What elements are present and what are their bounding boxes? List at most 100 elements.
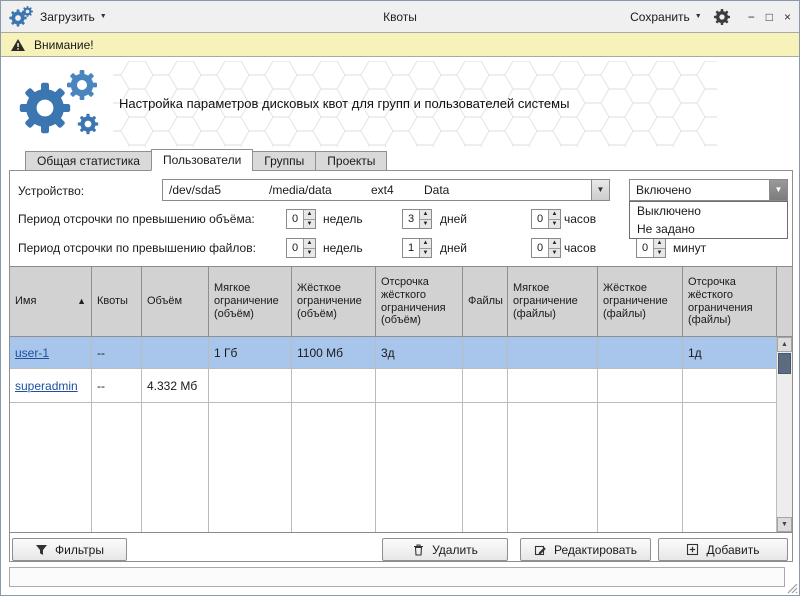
spinner-value[interactable]: 0 [287, 210, 303, 228]
table-cell[interactable] [463, 369, 508, 403]
device-combobox[interactable]: /dev/sda5 /media/data ext4 Data ▼ [162, 179, 610, 201]
table-cell[interactable] [598, 369, 683, 403]
table-cell[interactable] [209, 369, 292, 403]
spinner-value[interactable]: 0 [637, 239, 653, 257]
table-empty-area [10, 403, 92, 532]
spinner-value[interactable]: 0 [287, 239, 303, 257]
days-unit-label: дней [440, 241, 467, 255]
delete-button[interactable]: Удалить [382, 538, 508, 561]
chevron-down-icon: ▼ [100, 13, 107, 20]
spinner-up-icon[interactable]: ▲ [420, 239, 431, 249]
load-menu-label: Загрузить [40, 10, 95, 24]
table-cell[interactable]: superadmin [10, 369, 92, 403]
save-menu-button[interactable]: Сохранить ▼ [630, 10, 702, 24]
table-empty-area [92, 403, 142, 532]
spinner-down-icon[interactable]: ▼ [304, 249, 315, 258]
table-cell[interactable]: 4.332 Мб [142, 369, 209, 403]
grace-volume-weeks-spinner: 0 ▲ ▼ [286, 209, 316, 229]
user-link[interactable]: user-1 [15, 346, 49, 360]
spinner-value[interactable]: 1 [403, 239, 419, 257]
user-link[interactable]: superadmin [15, 379, 78, 393]
table-empty-area [209, 403, 292, 532]
column-header-soft-limit-files[interactable]: Мягкое ограничение (файлы) [508, 267, 598, 337]
spinner-down-icon[interactable]: ▼ [549, 220, 560, 229]
table-cell[interactable]: 1 Гб [209, 337, 292, 369]
table-cell[interactable] [683, 369, 777, 403]
table-cell[interactable] [508, 369, 598, 403]
column-header-quotas[interactable]: Квоты [92, 267, 142, 337]
load-menu-button[interactable]: Загрузить ▼ [40, 10, 107, 24]
scrollbar-track[interactable] [777, 352, 792, 517]
spinner-up-icon[interactable]: ▲ [420, 210, 431, 220]
table-empty-area [508, 403, 598, 532]
filter-funnel-icon [35, 544, 48, 556]
dropdown-option-unset[interactable]: Не задано [630, 220, 787, 238]
days-unit-label: дней [440, 212, 467, 226]
add-button[interactable]: Добавить [658, 538, 788, 561]
edit-button[interactable]: Редактировать [520, 538, 651, 561]
tab-projects[interactable]: Проекты [315, 151, 387, 171]
table-cell[interactable]: user-1 [10, 337, 92, 369]
table-cell[interactable] [142, 337, 209, 369]
table-cell[interactable] [376, 369, 463, 403]
minimize-button[interactable]: − [748, 11, 755, 23]
table-cell[interactable] [508, 337, 598, 369]
scroll-down-button[interactable]: ▼ [777, 517, 792, 532]
table-cell[interactable] [292, 369, 376, 403]
scroll-up-button[interactable]: ▲ [777, 337, 792, 352]
vertical-scrollbar: ▲ ▼ [777, 267, 792, 532]
tab-users[interactable]: Пользователи [151, 149, 253, 171]
spinner-up-icon[interactable]: ▲ [549, 239, 560, 249]
quota-state-arrow-button[interactable]: ▼ [769, 180, 787, 200]
column-header-name[interactable]: Имя ▲ [10, 267, 92, 337]
tab-groups[interactable]: Группы [252, 151, 316, 171]
grace-files-weeks-spinner: 0 ▲ ▼ [286, 238, 316, 258]
spinner-up-icon[interactable]: ▲ [654, 239, 665, 249]
spinner-up-icon[interactable]: ▲ [549, 210, 560, 220]
spinner-up-icon[interactable]: ▲ [304, 239, 315, 249]
add-button-label: Добавить [706, 543, 759, 557]
scrollbar-header-cap [777, 267, 792, 337]
filters-button[interactable]: Фильтры [12, 538, 127, 561]
resize-grip[interactable] [786, 582, 798, 594]
table-cell[interactable] [463, 337, 508, 369]
spinner-value[interactable]: 0 [532, 239, 548, 257]
maximize-button[interactable]: □ [766, 11, 773, 23]
spinner-down-icon[interactable]: ▼ [420, 220, 431, 229]
settings-gear-icon[interactable] [714, 9, 730, 25]
table-cell[interactable]: 1100 Мб [292, 337, 376, 369]
spinner-up-icon[interactable]: ▲ [304, 210, 315, 220]
spinner-down-icon[interactable]: ▼ [549, 249, 560, 258]
device-combobox-arrow-button[interactable]: ▼ [591, 180, 609, 200]
grace-volume-hours-spinner: 0 ▲ ▼ [531, 209, 561, 229]
close-button[interactable]: × [784, 11, 791, 23]
spinner-down-icon[interactable]: ▼ [304, 220, 315, 229]
column-header-grace-volume[interactable]: Отсрочка жёсткого ограничения (объём) [376, 267, 463, 337]
grace-files-minutes-spinner: 0 ▲ ▼ [636, 238, 666, 258]
scrollbar-thumb[interactable] [778, 353, 791, 374]
spinner-down-icon[interactable]: ▼ [654, 249, 665, 258]
column-header-soft-limit-volume[interactable]: Мягкое ограничение (объём) [209, 267, 292, 337]
spinner-value[interactable]: 0 [532, 210, 548, 228]
app-logo-gears-icon [9, 5, 33, 29]
table-cell[interactable] [598, 337, 683, 369]
quota-state-combobox[interactable]: Включено ▼ [629, 179, 788, 201]
device-mountpoint: /media/data [269, 183, 371, 197]
grace-files-hours-spinner: 0 ▲ ▼ [531, 238, 561, 258]
table-cell[interactable]: -- [92, 337, 142, 369]
tab-general-statistics[interactable]: Общая статистика [25, 151, 152, 171]
spinner-down-icon[interactable]: ▼ [420, 249, 431, 258]
column-header-hard-limit-volume[interactable]: Жёсткое ограничение (объём) [292, 267, 376, 337]
column-header-volume[interactable]: Объём [142, 267, 209, 337]
table-cell[interactable]: 3д [376, 337, 463, 369]
column-header-files[interactable]: Файлы [463, 267, 508, 337]
column-header-hard-limit-files[interactable]: Жёсткое ограничение (файлы) [598, 267, 683, 337]
column-header-grace-files[interactable]: Отсрочка жёсткого ограничения (файлы) [683, 267, 777, 337]
grace-volume-days-spinner: 3 ▲ ▼ [402, 209, 432, 229]
dropdown-option-disabled[interactable]: Выключено [630, 202, 787, 220]
table-empty-area [683, 403, 777, 532]
tab-bar: Общая статистика Пользователи Группы Про… [25, 149, 387, 171]
table-cell[interactable]: 1д [683, 337, 777, 369]
spinner-value[interactable]: 3 [403, 210, 419, 228]
table-cell[interactable]: -- [92, 369, 142, 403]
